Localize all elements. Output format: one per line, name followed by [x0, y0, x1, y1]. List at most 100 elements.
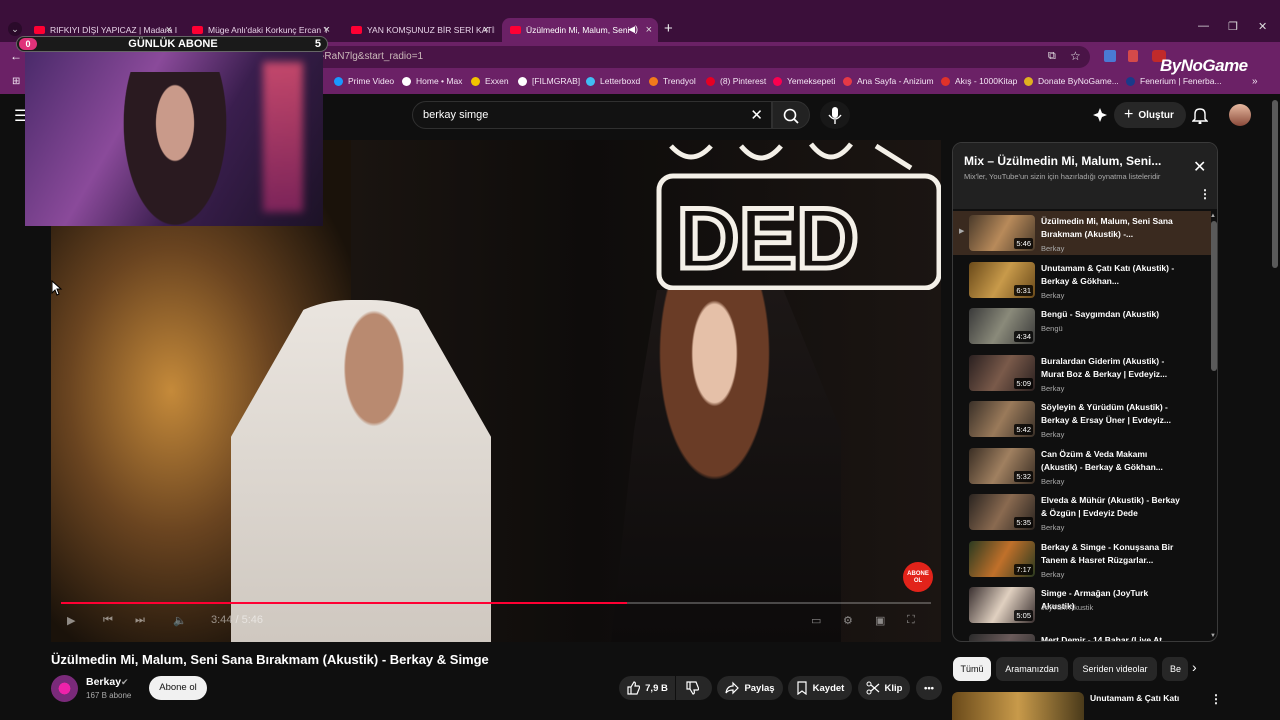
playlist-item[interactable]: 7:17 Berkay & Simge - Konuşsana Bir Tanem…	[953, 537, 1211, 581]
save-button[interactable]: Kaydet	[788, 676, 852, 700]
extension-sparkle-icon[interactable]	[1092, 107, 1108, 126]
voice-search-button[interactable]	[820, 101, 850, 129]
bookmark-pinterest[interactable]: (8) Pinterest	[706, 76, 766, 86]
related-video-item[interactable]: Unutamam & Çatı Katı ⋮	[952, 692, 1222, 720]
minimize-button[interactable]: —	[1198, 20, 1209, 32]
close-tab-icon[interactable]: ×	[324, 24, 330, 36]
more-vertical-icon[interactable]: ⋮	[1210, 692, 1222, 706]
install-app-icon[interactable]: ⧉	[1048, 50, 1056, 63]
more-bookmarks-icon[interactable]: »	[1252, 76, 1258, 87]
playlist-item[interactable]: 4:34 Bengü - Saygımdan (Akustik) Bengü	[953, 304, 1211, 348]
bookmark-star-icon[interactable]: ☆	[1070, 49, 1081, 63]
restore-button[interactable]: ❐	[1228, 20, 1238, 33]
playlist-item-thumbnail[interactable]: 5:05	[969, 587, 1035, 623]
subscribe-watermark[interactable]: ABONE OL	[903, 562, 933, 592]
tab-label: Müge Anlı'daki Korkunç Ercan Y	[208, 25, 330, 35]
playlist-item-thumbnail[interactable]: 5:09	[969, 354, 1035, 391]
playlist-item[interactable]: 5:05 Simge - Armağan (JoyTurk Akustik) Joy…	[953, 583, 1211, 627]
dislike-button[interactable]	[676, 676, 712, 700]
apps-grid-icon[interactable]: ⊞	[12, 76, 20, 87]
search-button[interactable]	[772, 101, 810, 129]
user-avatar[interactable]	[1229, 104, 1251, 126]
close-tab-icon[interactable]: ×	[646, 24, 652, 36]
settings-gear-icon[interactable]: ⚙	[843, 614, 853, 627]
chip-berkay[interactable]: Be	[1162, 657, 1188, 681]
bookmark-trendyol[interactable]: Trendyol	[649, 76, 696, 86]
playlist-item[interactable]: 6:31 Unutamam & Çatı Katı (Akustik) - Ber…	[953, 258, 1211, 302]
search-input[interactable]: berkay simge ✕	[412, 101, 772, 129]
watermark-text: ABONE OL	[907, 571, 929, 584]
bookmark-bynogame[interactable]: Donate ByNoGame...	[1024, 76, 1119, 86]
playlist-item-thumbnail[interactable]: 7:17	[969, 540, 1035, 577]
logo-text: ByNoGame	[1160, 56, 1248, 75]
channel-name[interactable]: Berkay	[86, 676, 121, 688]
tab-3[interactable]: YAN KOMŞUNUZ BİR SERİ KATİL ×	[343, 18, 495, 42]
chip-series-videos[interactable]: Seriden videolar	[1073, 657, 1157, 681]
playlist-item[interactable]: 5:32 Can Özüm & Veda Makamı (Akustik) - B…	[953, 444, 1211, 488]
playlist-item-thumbnail[interactable]: 4:34	[969, 308, 1035, 344]
related-video-title[interactable]: Unutamam & Çatı Katı	[1090, 693, 1179, 703]
notifications-bell-icon[interactable]	[1191, 106, 1209, 129]
playlist-item[interactable]: Mert Demir - 14 Bahar (Live At	[953, 630, 1211, 641]
extension-icon[interactable]	[1128, 50, 1138, 62]
scroll-up-icon[interactable]: ▲	[1210, 213, 1216, 219]
next-icon[interactable]: ⏭	[135, 614, 145, 627]
bookmark-filmgrab[interactable]: [FILMGRAB]	[518, 76, 580, 86]
create-button[interactable]: + Oluştur	[1114, 102, 1186, 128]
playlist-item-thumbnail[interactable]	[969, 633, 1035, 641]
page-scrollbar[interactable]	[1272, 100, 1278, 268]
speaker-icon[interactable]: ◀)	[628, 24, 638, 35]
playlist-item-thumbnail[interactable]: 5:35	[969, 494, 1035, 530]
captions-icon[interactable]: ▭	[811, 614, 821, 627]
tab-4-active[interactable]: Üzülmedin Mi, Malum, Seni ◀) ×	[502, 18, 658, 42]
playlist-item-thumbnail[interactable]: 5:42	[969, 401, 1035, 437]
more-actions-button[interactable]: •••	[916, 676, 942, 700]
translate-extension-icon[interactable]	[1104, 50, 1116, 62]
new-tab-button[interactable]: +	[664, 20, 673, 37]
bookmark-yemeksepeti[interactable]: Yemeksepeti	[773, 76, 835, 86]
chip-label: Tümü	[960, 664, 984, 674]
anizium-icon	[843, 76, 852, 86]
close-window-button[interactable]: ✕	[1258, 20, 1267, 33]
channel-avatar[interactable]	[51, 675, 78, 702]
bookmark-1000kitap[interactable]: Akış - 1000Kitap	[941, 76, 1017, 86]
like-button[interactable]: 7,9 B	[619, 676, 675, 700]
bookmark-fenerium[interactable]: Fenerium | Fenerba...	[1126, 76, 1222, 86]
share-button[interactable]: Paylaş	[717, 676, 783, 700]
bookmark-prime-video[interactable]: Prime Video	[334, 76, 394, 86]
bookmark-letterboxd[interactable]: Letterboxd	[586, 76, 640, 86]
playlist-item-title: Elveda & Mühür (Akustik) - Berkay & Özgü…	[1041, 495, 1180, 518]
tab-search-button[interactable]: ⌄	[8, 22, 22, 36]
miniplayer-icon[interactable]: ▣	[875, 614, 885, 627]
bookmark-exxen[interactable]: Exxen	[471, 76, 509, 86]
playlist-scrollbar[interactable]	[1211, 221, 1217, 371]
volume-icon[interactable]: 🔈	[173, 614, 187, 627]
related-video-thumbnail[interactable]	[952, 692, 1084, 720]
playlist-more-icon[interactable]: ⋮	[1199, 187, 1211, 201]
close-tab-icon[interactable]: ×	[166, 24, 172, 36]
fullscreen-icon[interactable]: ⛶	[907, 614, 915, 627]
bookmark-max[interactable]: Home • Max	[402, 76, 462, 86]
bookmark-label: Letterboxd	[600, 76, 641, 86]
subscribe-button[interactable]: Abone ol	[149, 676, 207, 700]
scroll-down-icon[interactable]: ▼	[1210, 633, 1216, 639]
chip-all[interactable]: Tümü	[953, 657, 991, 681]
playlist-item[interactable]: 5:35 Elveda & Mühür (Akustik) - Berkay & …	[953, 490, 1211, 534]
clip-button[interactable]: Klip	[858, 676, 910, 700]
chevron-right-icon[interactable]: ›	[1192, 659, 1197, 675]
bookmark-anizium[interactable]: Ana Sayfa - Anizium	[843, 76, 934, 86]
youtube-icon	[192, 26, 203, 34]
clear-search-icon[interactable]: ✕	[750, 106, 763, 124]
playlist-item[interactable]: 5:09 Buralardan Giderim (Akustik) - Murat…	[953, 351, 1211, 395]
chip-from-search[interactable]: Aramanızdan	[996, 657, 1068, 681]
previous-icon[interactable]: ⏮	[103, 614, 113, 627]
playlist-item[interactable]: ▶ 5:46 Üzülmedin Mi, Malum, Seni Sana Bıra…	[953, 211, 1211, 255]
progress-bar[interactable]	[61, 602, 931, 604]
playlist-item-thumbnail[interactable]: 5:46	[969, 215, 1035, 251]
close-tab-icon[interactable]: ×	[483, 24, 489, 36]
play-icon[interactable]: ▶	[67, 614, 75, 627]
playlist-item-thumbnail[interactable]: 6:31	[969, 261, 1035, 298]
playlist-item-thumbnail[interactable]: 5:32	[969, 447, 1035, 484]
close-playlist-icon[interactable]: ✕	[1193, 157, 1206, 177]
playlist-item[interactable]: 5:42 Söyleyin & Yürüdüm (Akustik) - Berka…	[953, 397, 1211, 441]
